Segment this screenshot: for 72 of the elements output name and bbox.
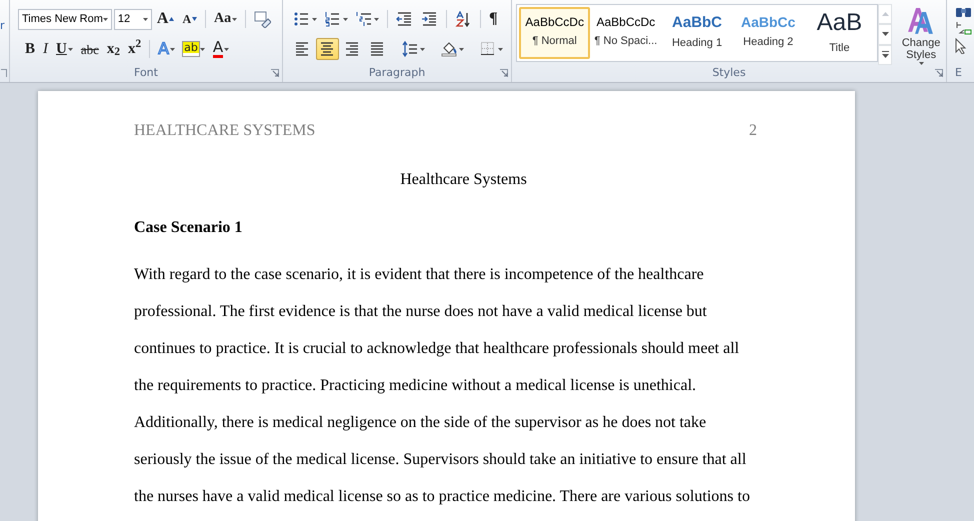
up-arrow-icon [169,17,174,21]
shrink-font-button[interactable]: A [179,8,200,30]
dialog-launcher-icon[interactable] [935,69,943,77]
font-color-button[interactable]: A [210,38,232,60]
highlight-button[interactable]: ab [180,38,208,60]
superscript-button[interactable]: x$^{2}$ [125,38,144,60]
style-item[interactable]: AaBbC Heading 1 [661,7,733,59]
underline-button[interactable]: U [53,38,76,60]
caret-icon [459,48,464,50]
multilevel-list-icon [356,10,373,28]
style-item[interactable]: AaBbCcDc ¶ Normal [519,7,590,59]
cursor-icon[interactable] [955,38,967,54]
more-styles-button[interactable] [878,44,892,65]
caret-icon [170,48,176,50]
scroll-up-icon [882,12,889,16]
font-size-field[interactable]: 12 [114,8,152,30]
scroll-down-icon [882,32,889,36]
justify-icon [369,40,386,58]
group-label: Font [134,66,158,80]
numbering-icon [325,10,342,28]
borders-icon [480,40,497,58]
caret-icon [200,48,205,50]
dialog-launcher-icon[interactable] [0,69,8,77]
show-marks-button[interactable]: ¶ [486,8,501,30]
caret-icon [232,18,238,20]
caret-icon [224,48,230,50]
group-label: Paragraph [368,66,426,80]
body-paragraph: With regard to the case scenario, it is evident that there is incompetence of the healthcare professional. The first evidence is that the nurse does not have a valid medical license but continues to practice. It is crucial to acknowledge that healthcare professionals should meet all the requirements to practice. Practicing medicine without a medical license is unethical. Additionally, there is medical negligence on the side of the supervisor as he does not take seriously the issue of the medical license. Supervisors should take an initiative to ensure that all the nurses have a valid medical license so as to practice medicine. There are various solutions to [134,265,751,507]
more-styles-icon [882,51,889,58]
caret-icon [312,18,317,20]
caret-icon [142,18,148,20]
caret-icon [102,18,108,20]
group-label: Styles [712,66,746,80]
style-item[interactable]: AaBbCc Heading 2 [732,7,804,59]
caret-icon [420,48,425,50]
eraser-icon [254,10,271,28]
page-number: 2 [749,121,757,141]
sort-icon [455,10,472,28]
subscript-button[interactable]: x$_{2}$ [104,38,124,60]
caret-icon [68,48,73,50]
style-item[interactable]: AaBbCcDc ¶ No Spaci... [590,7,662,59]
section-heading: Case Scenario 1 [134,218,244,238]
strikethrough-button[interactable]: abc [78,38,102,60]
header-title: HEALTHCARE SYSTEMS [134,121,316,141]
group-label: E [955,66,962,80]
caret-icon [498,48,503,50]
dialog-launcher-icon[interactable] [271,69,279,77]
align-left-icon [294,40,311,58]
font-name-field[interactable]: Times New Rom [18,8,112,30]
change-case-button[interactable]: Aa [211,8,240,30]
down-arrow-icon [192,17,198,21]
italic-button[interactable]: I [40,38,52,60]
paint-bucket-icon [441,40,458,58]
scroll-down-button[interactable] [878,24,892,45]
caret-icon [374,18,379,20]
caret-icon [343,18,348,20]
align-center-button[interactable] [316,38,339,60]
replace-icon[interactable] [955,21,972,35]
dialog-launcher-icon[interactable] [500,69,508,77]
line-spacing-icon [402,40,419,58]
bullets-icon [294,10,311,28]
document-title: Healthcare Systems [399,170,528,190]
decrease-indent-icon [396,10,413,28]
style-item[interactable]: AaB Title [804,7,876,59]
align-center-icon [319,40,336,58]
increase-indent-icon [421,10,438,28]
grow-font-button[interactable]: A [154,8,178,30]
bold-button[interactable]: B [22,38,38,60]
align-right-icon [344,40,361,58]
clipboard-label: r [0,18,5,34]
change-styles-button[interactable]: Change Styles [896,4,946,66]
caret-icon [918,62,924,65]
